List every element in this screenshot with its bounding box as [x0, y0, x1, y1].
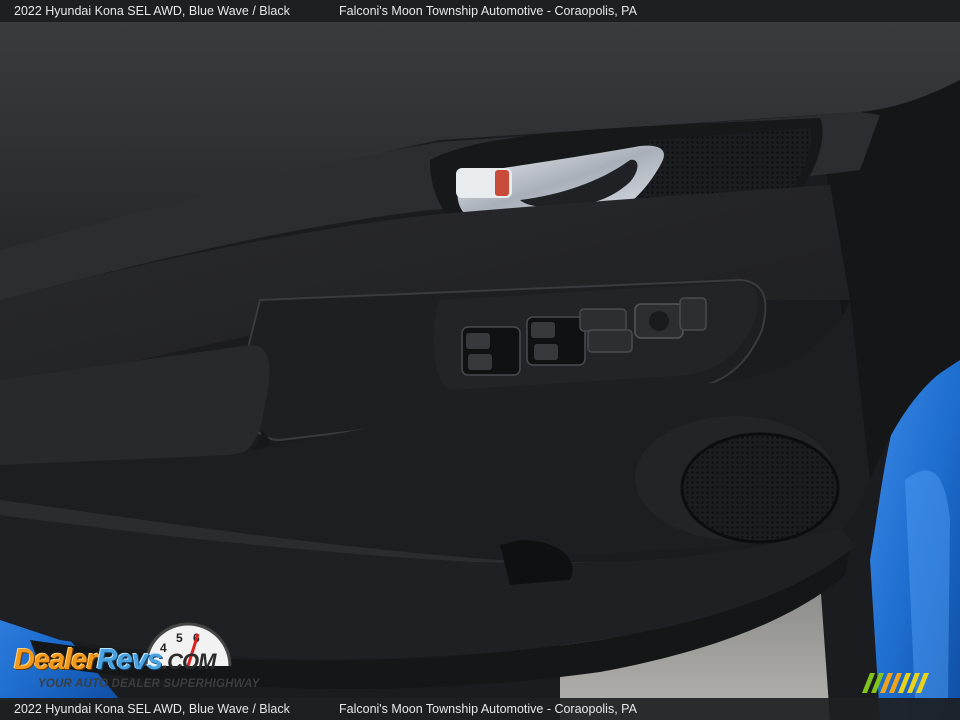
vehicle-caption: 2022 Hyundai Kona SEL AWD, Blue Wave / B…: [14, 4, 290, 18]
stripes-logo-icon: [862, 673, 929, 693]
dealerrevs-watermark: 4 5 6 DealerRevs.COM YOUR AUTO DEALER SU…: [10, 622, 270, 696]
dealer-caption-bottom: Falconi's Moon Township Automotive - Cor…: [339, 702, 637, 716]
caption-bar-top: 2022 Hyundai Kona SEL AWD, Blue Wave / B…: [0, 0, 960, 22]
svg-text:5: 5: [176, 631, 183, 645]
caption-bar-bottom: 2022 Hyundai Kona SEL AWD, Blue Wave / B…: [0, 698, 960, 720]
vehicle-caption-bottom: 2022 Hyundai Kona SEL AWD, Blue Wave / B…: [14, 702, 290, 716]
dealer-caption: Falconi's Moon Township Automotive - Cor…: [339, 4, 637, 18]
dealerrevs-tagline: YOUR AUTO DEALER SUPERHIGHWAY: [38, 678, 260, 690]
door-panel-photo: [0, 0, 960, 720]
dealerrevs-logo: DealerRevs.COM: [14, 644, 216, 676]
